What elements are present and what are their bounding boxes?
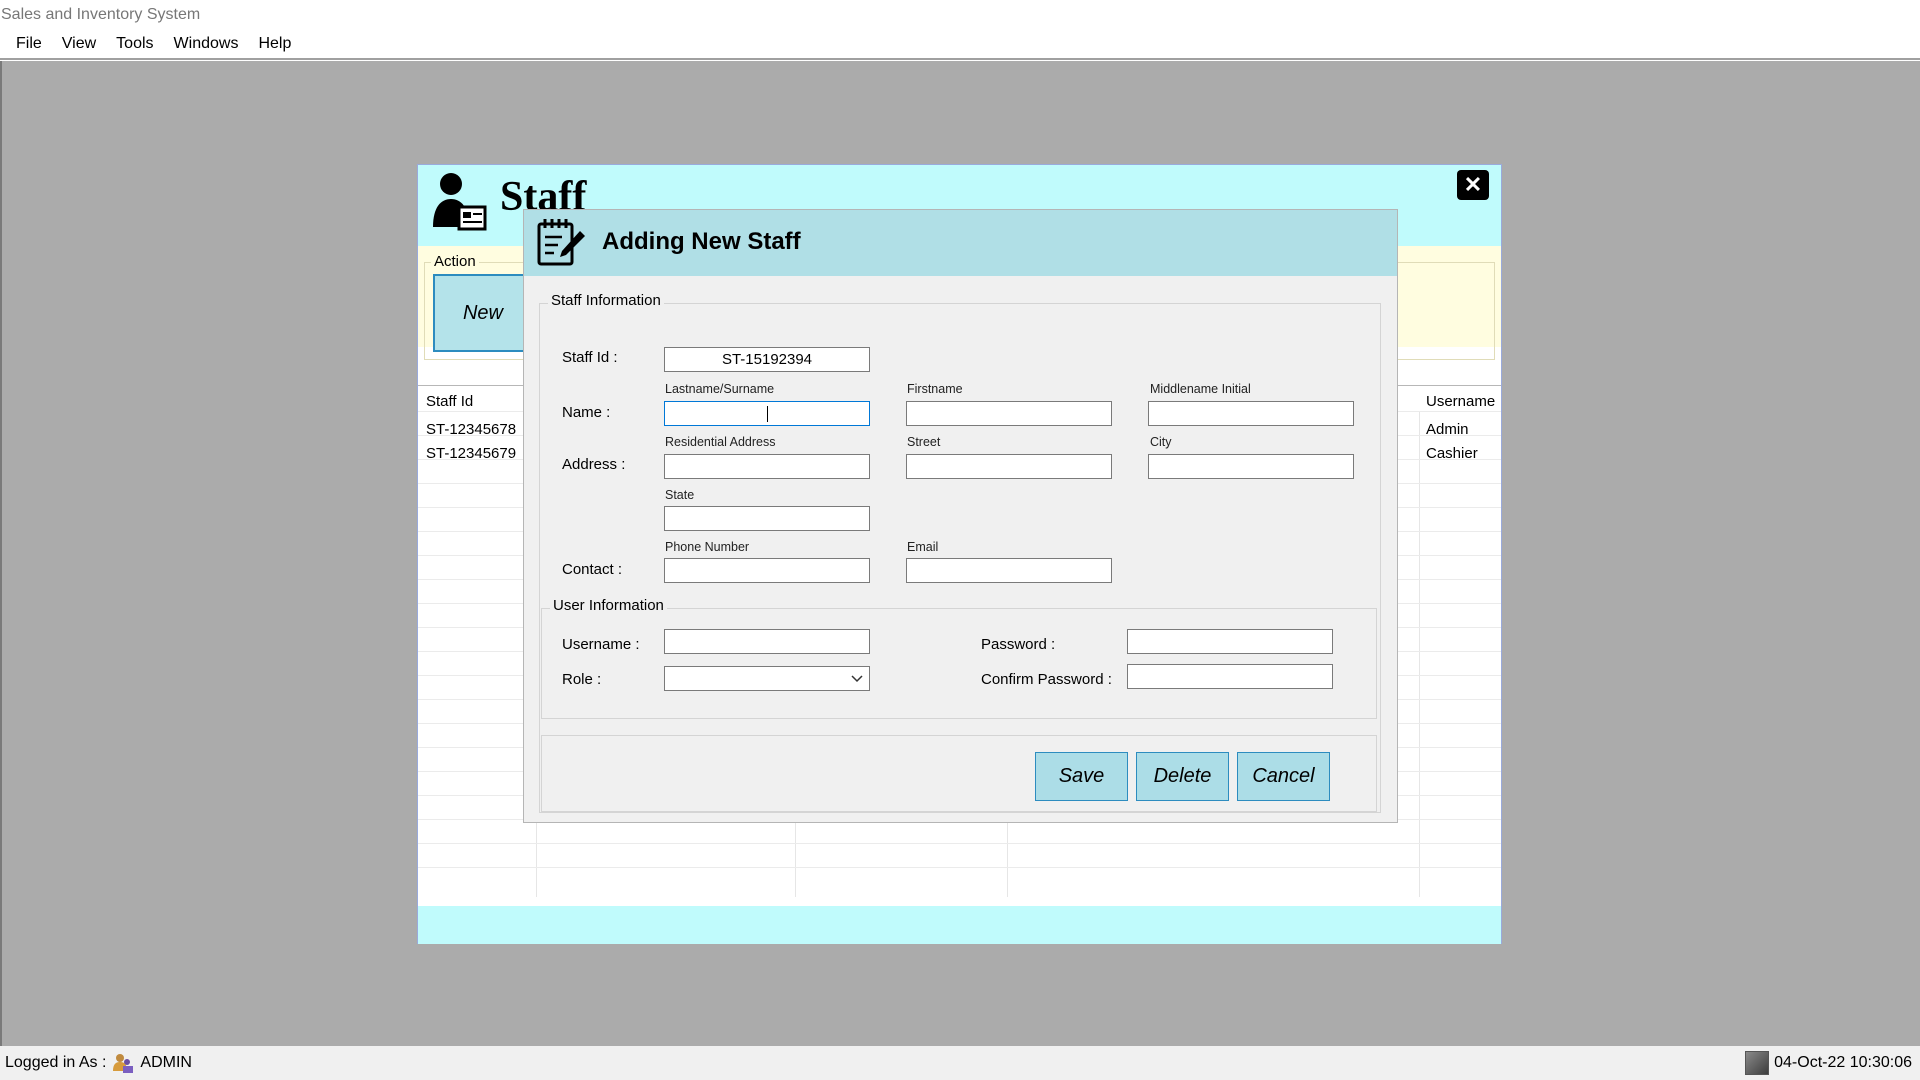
user-information-legend: User Information	[550, 597, 667, 614]
add-staff-dialog: Adding New Staff Staff Information Staff…	[523, 209, 1398, 823]
menu-help[interactable]: Help	[248, 30, 301, 58]
table-row-username[interactable]: Cashier	[1426, 445, 1478, 462]
password-field[interactable]	[1127, 629, 1333, 654]
lastname-caption: Lastname/Surname	[665, 382, 775, 396]
role-select[interactable]	[664, 666, 870, 691]
street-field[interactable]	[906, 454, 1112, 479]
staff-information-legend: Staff Information	[548, 292, 664, 309]
menu-tools[interactable]: Tools	[106, 30, 163, 58]
column-header-username[interactable]: Username	[1426, 393, 1495, 410]
table-row-staff-id[interactable]: ST-12345679	[426, 445, 516, 462]
dialog-title: Adding New Staff	[602, 228, 801, 255]
staff-user-card-icon	[433, 173, 487, 231]
chevron-down-icon[interactable]	[849, 670, 865, 686]
residential-address-caption: Residential Address	[665, 435, 776, 449]
confirm-password-label: Confirm Password :	[981, 671, 1112, 688]
status-datetime: 04-Oct-22 10:30:06	[1774, 1054, 1912, 1071]
status-bar: Logged in As : ADMIN 04-Oct-22 10:30:06	[0, 1046, 1920, 1080]
username-label: Username :	[562, 636, 640, 653]
new-staff-button[interactable]: New	[433, 274, 533, 352]
clock-status-icon	[1745, 1051, 1770, 1075]
staff-id-label: Staff Id :	[562, 349, 618, 366]
logged-in-label: Logged in As :	[5, 1054, 107, 1071]
middlename-initial-field[interactable]	[1148, 401, 1354, 426]
table-row-username[interactable]: Admin	[1426, 421, 1469, 438]
street-caption: Street	[907, 435, 941, 449]
logged-in-user: ADMIN	[140, 1054, 192, 1071]
confirm-password-field[interactable]	[1127, 664, 1333, 689]
user-status-icon	[113, 1054, 134, 1073]
email-caption: Email	[907, 540, 939, 554]
action-group-label: Action	[431, 253, 479, 270]
staff-id-field[interactable]: ST-15192394	[664, 347, 870, 372]
menu-file[interactable]: File	[6, 30, 52, 58]
role-label: Role :	[562, 671, 602, 688]
save-button[interactable]: Save	[1035, 752, 1128, 801]
email-field[interactable]	[906, 558, 1112, 583]
password-label: Password :	[981, 636, 1056, 653]
delete-button[interactable]: Delete	[1136, 752, 1229, 801]
city-field[interactable]	[1148, 454, 1354, 479]
table-row-staff-id[interactable]: ST-12345678	[426, 421, 516, 438]
address-label: Address :	[562, 456, 626, 473]
column-header-staff-id[interactable]: Staff Id	[426, 393, 473, 410]
firstname-caption: Firstname	[907, 382, 963, 396]
state-caption: State	[665, 488, 695, 502]
dialog-header: Adding New Staff	[524, 210, 1397, 276]
middlename-caption: Middlename Initial	[1150, 382, 1251, 396]
staff-footer	[418, 906, 1501, 944]
text-caret	[767, 406, 768, 422]
close-icon[interactable]: ✕	[1457, 170, 1489, 200]
residential-address-field[interactable]	[664, 454, 870, 479]
username-field[interactable]	[664, 629, 870, 654]
menu-bar: File View Tools Windows Help	[0, 29, 1920, 60]
menu-view[interactable]: View	[52, 30, 106, 58]
firstname-field[interactable]	[906, 401, 1112, 426]
phone-number-field[interactable]	[664, 558, 870, 583]
lastname-field[interactable]	[664, 401, 870, 426]
notepad-pencil-icon	[537, 219, 585, 266]
cancel-button[interactable]: Cancel	[1237, 752, 1330, 801]
name-label: Name :	[562, 404, 611, 421]
state-field[interactable]	[664, 506, 870, 531]
contact-label: Contact :	[562, 561, 623, 578]
phone-caption: Phone Number	[665, 540, 750, 554]
menu-windows[interactable]: Windows	[164, 30, 249, 58]
city-caption: City	[1150, 435, 1172, 449]
app-title: Sales and Inventory System	[0, 0, 1920, 29]
